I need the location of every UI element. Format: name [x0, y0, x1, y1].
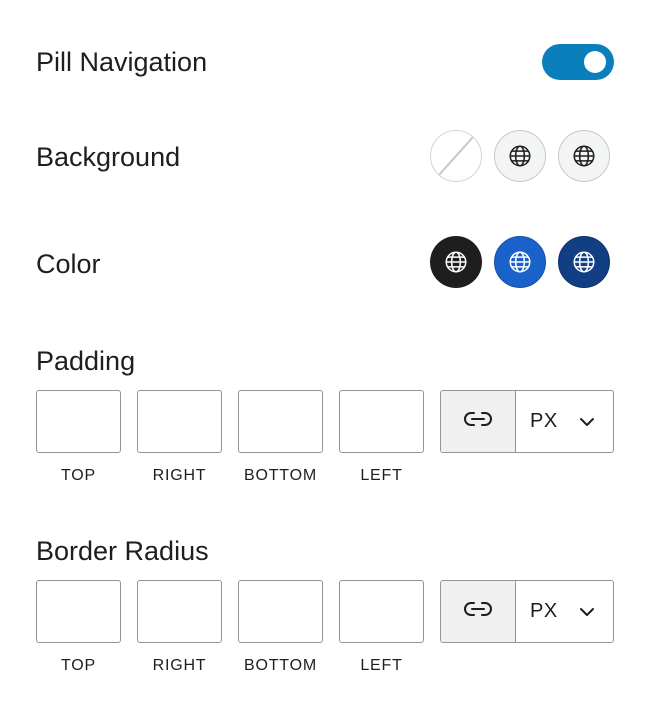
padding-left-input[interactable] [339, 390, 424, 453]
padding-bottom-caption: BOTTOM [244, 467, 317, 484]
background-swatch-light-gray-alt[interactable] [558, 130, 610, 182]
color-label: Color [36, 249, 101, 279]
padding-link-button[interactable] [441, 391, 516, 452]
globe-icon [507, 249, 533, 275]
padding-label: Padding [36, 346, 136, 376]
chevron-down-icon [579, 410, 595, 433]
padding-unit-group: PX [440, 390, 614, 453]
border-radius-unit-value: PX [530, 600, 558, 622]
pill-navigation-toggle[interactable] [542, 44, 614, 80]
border-radius-label: Border Radius [36, 536, 209, 566]
pill-navigation-label: Pill Navigation [36, 47, 208, 77]
color-swatch-dark-blue[interactable] [558, 236, 610, 288]
background-swatch-none[interactable] [430, 130, 482, 182]
border-radius-bottom-caption: BOTTOM [244, 657, 317, 674]
padding-bottom-input[interactable] [238, 390, 323, 453]
background-label: Background [36, 142, 181, 172]
border-radius-top-caption: TOP [60, 657, 96, 674]
border-radius-bottom-input[interactable] [238, 580, 323, 643]
globe-icon [507, 143, 533, 169]
background-swatch-light-gray[interactable] [494, 130, 546, 182]
slash-icon [434, 132, 478, 180]
padding-top-caption: TOP [60, 467, 96, 484]
border-radius-right-caption: RIGHT [152, 657, 207, 674]
toggle-knob [584, 51, 606, 73]
border-radius-unit-select[interactable]: PX [516, 581, 613, 642]
padding-left-caption: LEFT [360, 467, 403, 484]
globe-icon [443, 249, 469, 275]
border-radius-top-input[interactable] [36, 580, 121, 643]
color-swatch-black[interactable] [430, 236, 482, 288]
border-radius-link-button[interactable] [441, 581, 516, 642]
chevron-down-icon [579, 600, 595, 623]
padding-right-input[interactable] [137, 390, 222, 453]
border-radius-left-input[interactable] [339, 580, 424, 643]
globe-icon [571, 249, 597, 275]
padding-top-input[interactable] [36, 390, 121, 453]
padding-unit-select[interactable]: PX [516, 391, 613, 452]
color-swatch-blue[interactable] [494, 236, 546, 288]
padding-unit-value: PX [530, 410, 558, 432]
border-radius-unit-group: PX [440, 580, 614, 643]
border-radius-right-input[interactable] [137, 580, 222, 643]
link-icon [462, 409, 494, 434]
border-radius-left-caption: LEFT [360, 657, 403, 674]
padding-right-caption: RIGHT [152, 467, 207, 484]
link-icon [462, 599, 494, 624]
globe-icon [571, 143, 597, 169]
